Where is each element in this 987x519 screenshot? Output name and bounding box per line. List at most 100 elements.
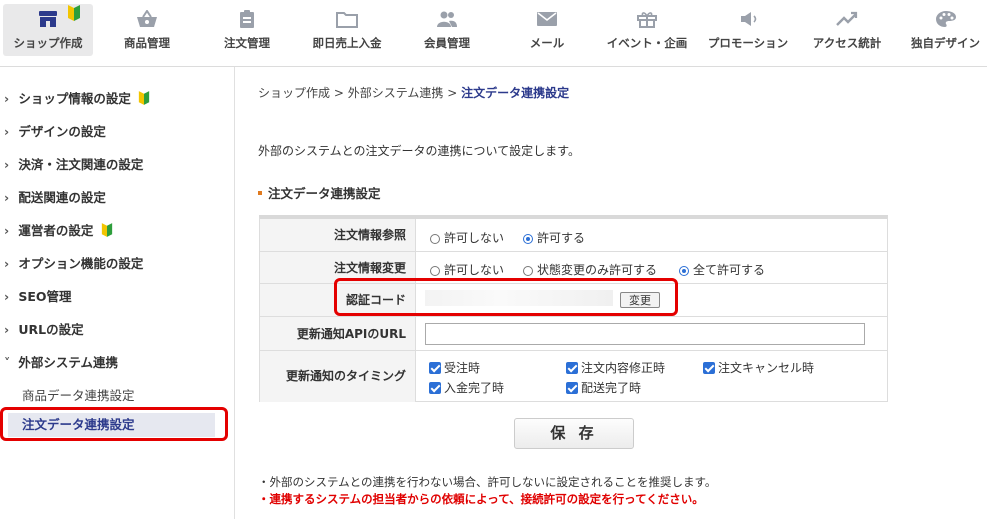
- nav-label: メール: [529, 36, 565, 50]
- radio-order-change-status-only[interactable]: 状態変更のみ許可する: [523, 261, 657, 278]
- beginner-leaf-icon: [101, 223, 112, 237]
- nav-promotion[interactable]: プロモーション: [702, 4, 794, 56]
- sidebar-subitem-order-data[interactable]: 注文データ連携設定: [8, 413, 215, 437]
- nav-members[interactable]: 会員管理: [404, 4, 490, 56]
- beginner-leaf-icon: [68, 5, 80, 21]
- sidebar-item-operator[interactable]: › 運営者の設定: [4, 220, 113, 239]
- row-value: 許可しない 許可する: [417, 219, 887, 251]
- nav-label: プロモーション: [707, 36, 789, 50]
- sidebar-item-shop-info[interactable]: › ショップ情報の設定: [4, 88, 150, 107]
- radio-order-change-deny[interactable]: 許可しない: [430, 261, 504, 278]
- nav-sales-deposit[interactable]: 即日売上入金: [302, 4, 392, 56]
- checkbox-label: 入金完了時: [444, 381, 505, 395]
- radio-label: 許可しない: [444, 231, 505, 245]
- row-order-ref: 注文情報参照 許可しない 許可する: [260, 219, 887, 252]
- checkbox-order-received[interactable]: 受注時: [429, 359, 480, 376]
- checkbox-order-cancelled[interactable]: 注文キャンセル時: [703, 359, 814, 376]
- sidebar-item-design[interactable]: › デザインの設定: [4, 121, 106, 140]
- save-button[interactable]: 保 存: [514, 418, 634, 449]
- row-order-change: 注文情報変更 許可しない 状態変更のみ許可する 全て許可する: [260, 252, 887, 284]
- sidebar-item-label: 配送関連の設定: [18, 190, 106, 205]
- breadcrumb-separator: >: [447, 86, 458, 100]
- checkbox-label: 注文内容修正時: [581, 361, 666, 375]
- settings-form: 注文情報参照 許可しない 許可する 注文情報変更 許可しない 状態変更のみ許可す…: [259, 215, 888, 402]
- checkbox-shipping-complete[interactable]: 配送完了時: [566, 379, 641, 396]
- chevron-right-icon: ›: [4, 91, 10, 106]
- members-icon: [437, 11, 457, 27]
- row-auth-code: 認証コード 変更: [260, 284, 887, 317]
- sidebar-item-label: 運営者の設定: [18, 223, 94, 238]
- row-label: 更新通知APIのURL: [260, 317, 416, 350]
- checkbox-order-modified[interactable]: 注文内容修正時: [566, 359, 665, 376]
- nav-events[interactable]: イベント・企画: [600, 4, 694, 56]
- radio-label: 許可する: [537, 231, 586, 245]
- row-label: 注文情報参照: [260, 219, 416, 251]
- sidebar-item-url[interactable]: › URLの設定: [4, 319, 84, 338]
- row-value: 受注時 注文内容修正時 注文キャンセル時 入金完了時 配送完了時: [417, 351, 887, 402]
- radio-order-ref-deny[interactable]: 許可しない: [430, 229, 504, 246]
- radio-label: 状態変更のみ許可する: [537, 263, 658, 277]
- megaphone-icon: [741, 12, 757, 26]
- radio-icon: [430, 234, 440, 244]
- nav-products[interactable]: 商品管理: [104, 4, 190, 56]
- nav-label: 注文管理: [224, 36, 270, 50]
- checkbox-checked-icon: [566, 382, 578, 394]
- radio-checked-icon: [523, 234, 533, 244]
- intro-text: 外部のシステムとの注文データの連携について設定します。: [258, 144, 580, 158]
- sidebar-item-shipping[interactable]: › 配送関連の設定: [4, 187, 106, 206]
- chevron-right-icon: ›: [4, 157, 10, 172]
- checkbox-label: 受注時: [444, 361, 481, 375]
- section-title-text: 注文データ連携設定: [268, 186, 381, 201]
- sidebar-item-options[interactable]: › オプション機能の設定: [4, 253, 143, 272]
- nav-label: アクセス統計: [812, 36, 882, 50]
- sidebar-item-label: SEO管理: [18, 289, 72, 304]
- radio-order-ref-allow[interactable]: 許可する: [523, 229, 585, 246]
- trend-icon: [836, 11, 858, 26]
- nav-access-stats[interactable]: アクセス統計: [804, 4, 890, 56]
- chevron-right-icon: ›: [4, 289, 10, 304]
- breadcrumb-shop-create[interactable]: ショップ作成: [258, 86, 330, 100]
- sidebar-item-seo[interactable]: › SEO管理: [4, 286, 72, 305]
- checkbox-checked-icon: [429, 362, 441, 374]
- radio-checked-icon: [679, 266, 689, 276]
- radio-label: 許可しない: [444, 263, 505, 277]
- mail-icon: [537, 12, 557, 26]
- breadcrumb-external-system[interactable]: 外部システム連携: [348, 86, 444, 100]
- nav-orders[interactable]: 注文管理: [204, 4, 290, 56]
- api-url-input[interactable]: [425, 323, 865, 345]
- shop-icon: [39, 11, 57, 27]
- auth-code-value: [425, 290, 613, 306]
- row-value: 変更: [417, 284, 887, 316]
- chevron-right-icon: ›: [4, 124, 10, 139]
- radio-order-change-all[interactable]: 全て許可する: [679, 261, 765, 278]
- row-api-url: 更新通知APIのURL: [260, 317, 887, 351]
- sidebar-item-label: 決済・注文関連の設定: [18, 157, 144, 172]
- clipboard-icon: [240, 10, 254, 28]
- section-title: 注文データ連携設定: [258, 183, 381, 202]
- radio-label: 全て許可する: [693, 263, 766, 277]
- change-auth-code-button[interactable]: 変更: [620, 292, 660, 308]
- basket-icon: [137, 10, 157, 27]
- palette-icon: [935, 11, 956, 27]
- sidebar-item-label: ショップ情報の設定: [18, 91, 131, 106]
- folder-icon: [336, 12, 358, 28]
- nav-original-design[interactable]: 独自デザイン: [904, 4, 987, 56]
- chevron-right-icon: ›: [4, 256, 10, 271]
- note-recommendation: ・外部のシステムとの連携を行わない場合、許可しないに設定されることを推奨します。: [258, 475, 717, 489]
- radio-icon: [523, 266, 533, 276]
- nav-mail[interactable]: メール: [504, 4, 590, 56]
- row-label: 更新通知のタイミング: [260, 351, 416, 402]
- sidebar-item-label: デザインの設定: [18, 124, 106, 139]
- sidebar-subitem-product-data[interactable]: 商品データ連携設定: [22, 385, 135, 404]
- chevron-right-icon: ›: [4, 322, 10, 337]
- sidebar-item-external-system[interactable]: ˅ 外部システム連携: [4, 352, 118, 371]
- nav-label: 独自デザイン: [911, 36, 980, 50]
- breadcrumb: ショップ作成 > 外部システム連携 > 注文データ連携設定: [258, 84, 569, 101]
- chevron-right-icon: ›: [4, 223, 10, 238]
- row-label: 認証コード: [260, 284, 416, 316]
- checkbox-payment-complete[interactable]: 入金完了時: [429, 379, 504, 396]
- sidebar-item-payment[interactable]: › 決済・注文関連の設定: [4, 154, 143, 173]
- nav-label: ショップ作成: [13, 36, 83, 50]
- row-value: [417, 317, 887, 350]
- nav-label: 即日売上入金: [312, 36, 382, 50]
